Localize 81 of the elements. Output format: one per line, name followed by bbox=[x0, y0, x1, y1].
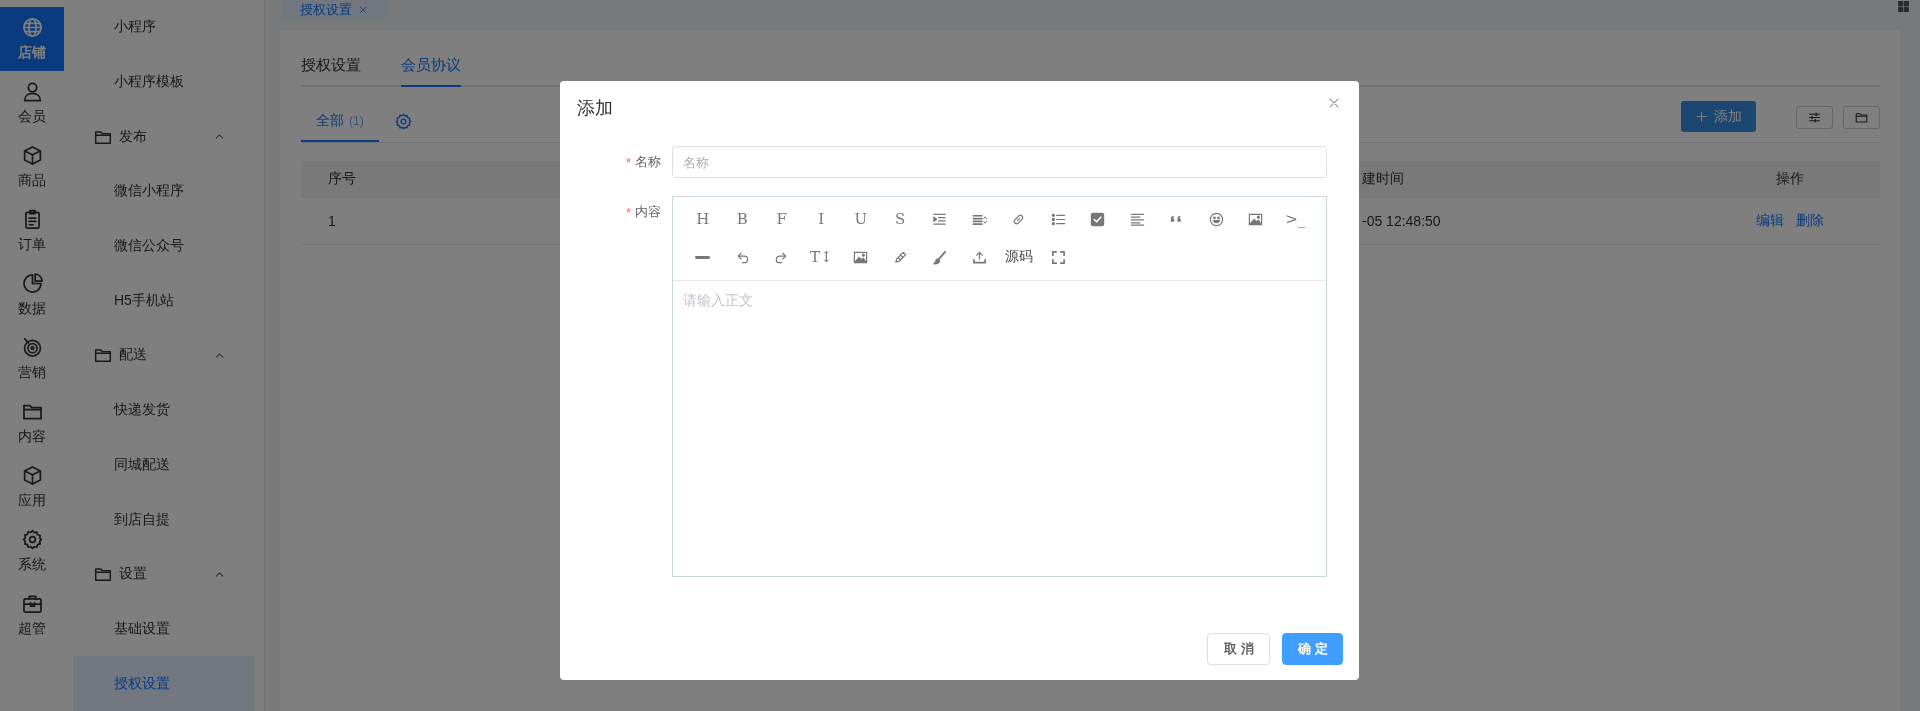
page-tab[interactable]: 授权设置 bbox=[282, 0, 389, 20]
tab[interactable]: 会员协议 bbox=[401, 46, 461, 87]
folder-button[interactable] bbox=[1843, 106, 1880, 129]
table-action-link[interactable]: 删除 bbox=[1796, 212, 1824, 230]
toolbox-icon bbox=[21, 592, 43, 614]
target-icon bbox=[21, 336, 43, 358]
nav-rail-item[interactable]: 应用 bbox=[0, 455, 64, 519]
dialog-title: 添加 bbox=[577, 96, 613, 120]
nav-rail-item[interactable]: 订单 bbox=[0, 199, 64, 263]
indent-icon[interactable] bbox=[932, 211, 948, 227]
nav-rail-item[interactable]: 营销 bbox=[0, 327, 64, 391]
toolbar-button[interactable]: F bbox=[776, 210, 787, 228]
required-mark: * bbox=[625, 154, 631, 170]
sidebar-item[interactable]: H5手机站 bbox=[73, 273, 254, 329]
nav-rail-item[interactable]: 会员 bbox=[0, 71, 64, 135]
table-cell-text: 1 bbox=[327, 213, 337, 229]
nav-rail-item[interactable]: 数据 bbox=[0, 263, 64, 327]
image-icon[interactable] bbox=[1248, 211, 1264, 227]
name-field[interactable]: 名称 bbox=[672, 146, 1327, 178]
sidebar-item[interactable]: 授权设置 bbox=[73, 656, 254, 711]
grid-icon bbox=[1897, 0, 1910, 13]
bulleted-list-icon[interactable] bbox=[1050, 211, 1066, 227]
sidebar-item[interactable]: 小程序模板 bbox=[73, 54, 254, 110]
toolbar-button[interactable]: I bbox=[818, 210, 825, 228]
sidebar-item[interactable]: 微信小程序 bbox=[73, 164, 254, 219]
sidebar-item[interactable]: 基础设置 bbox=[73, 601, 254, 657]
toolbar-button[interactable]: S bbox=[895, 210, 906, 228]
table-action-link[interactable]: 编辑 bbox=[1756, 212, 1784, 230]
toolbar-button[interactable]: U bbox=[854, 210, 868, 228]
nav-rail-item[interactable]: 内容 bbox=[0, 391, 64, 455]
column-header: 操作 bbox=[1775, 170, 1805, 188]
nav-rail-item[interactable]: 商品 bbox=[0, 135, 64, 199]
cube-icon bbox=[21, 144, 43, 166]
cancel-button[interactable]: 取消 bbox=[1207, 633, 1270, 665]
tab[interactable]: 授权设置 bbox=[301, 46, 361, 87]
filter-tab[interactable]: 全部 (1) bbox=[301, 101, 379, 142]
table-cell-text: -05 12:48:50 bbox=[1362, 213, 1442, 229]
toolbar-button[interactable]: >_ bbox=[1285, 210, 1306, 228]
sidebar-item[interactable]: 小程序 bbox=[73, 0, 254, 55]
field-label: 内容 bbox=[635, 203, 661, 221]
image-icon[interactable] bbox=[853, 249, 869, 265]
settings-icon bbox=[21, 528, 43, 550]
column-header: 建时间 bbox=[1362, 170, 1405, 188]
cube-icon bbox=[21, 464, 43, 486]
nav-rail-item[interactable]: 系统 bbox=[0, 519, 64, 583]
brush-icon[interactable] bbox=[932, 249, 948, 265]
toolbar-button[interactable]: B bbox=[736, 210, 748, 228]
pie-chart-icon bbox=[21, 272, 43, 294]
required-mark: * bbox=[625, 204, 631, 220]
sidebar-item[interactable]: 同城配送 bbox=[73, 437, 254, 493]
align-left-icon[interactable] bbox=[1129, 211, 1145, 227]
nav-rail-item[interactable]: 超管 bbox=[0, 583, 64, 647]
field-label: 名称 bbox=[635, 153, 661, 171]
sidebar-section-title[interactable]: 设置 bbox=[119, 565, 213, 584]
checkbox-icon[interactable] bbox=[1090, 211, 1106, 227]
toolbar-button[interactable]: 源码 bbox=[1004, 248, 1033, 266]
column-header: 序号 bbox=[327, 170, 357, 188]
add-button[interactable]: 添加 bbox=[1681, 101, 1756, 132]
settings-icon bbox=[394, 112, 412, 130]
smiley-icon[interactable] bbox=[1208, 211, 1224, 227]
close-icon bbox=[358, 5, 368, 15]
sidebar-item[interactable]: 到店自提 bbox=[73, 492, 254, 547]
confirm-button[interactable]: 确定 bbox=[1282, 633, 1343, 665]
fullscreen-icon[interactable] bbox=[1050, 249, 1066, 265]
folder-icon bbox=[1855, 111, 1868, 124]
filter-button[interactable] bbox=[1796, 106, 1833, 129]
sidebar-section-title[interactable]: 发布 bbox=[119, 127, 213, 146]
folder-icon bbox=[94, 346, 112, 365]
nav-rail-item[interactable]: 店铺 bbox=[0, 7, 64, 71]
toolbar-button[interactable]: T↕ bbox=[809, 248, 833, 266]
sidebar-section-title[interactable]: 配送 bbox=[119, 346, 213, 365]
sliders-icon bbox=[1808, 111, 1821, 124]
toolbar-button[interactable]: H bbox=[696, 210, 710, 228]
sidebar-item[interactable]: 快递发货 bbox=[73, 382, 254, 438]
person-icon bbox=[21, 80, 43, 102]
pencil-icon[interactable] bbox=[892, 249, 908, 265]
globe-icon bbox=[21, 16, 43, 38]
plus-icon bbox=[1695, 110, 1708, 123]
upload-icon[interactable] bbox=[971, 249, 987, 265]
sidebar-item[interactable]: 微信公众号 bbox=[73, 218, 254, 274]
folder-icon bbox=[94, 565, 112, 584]
